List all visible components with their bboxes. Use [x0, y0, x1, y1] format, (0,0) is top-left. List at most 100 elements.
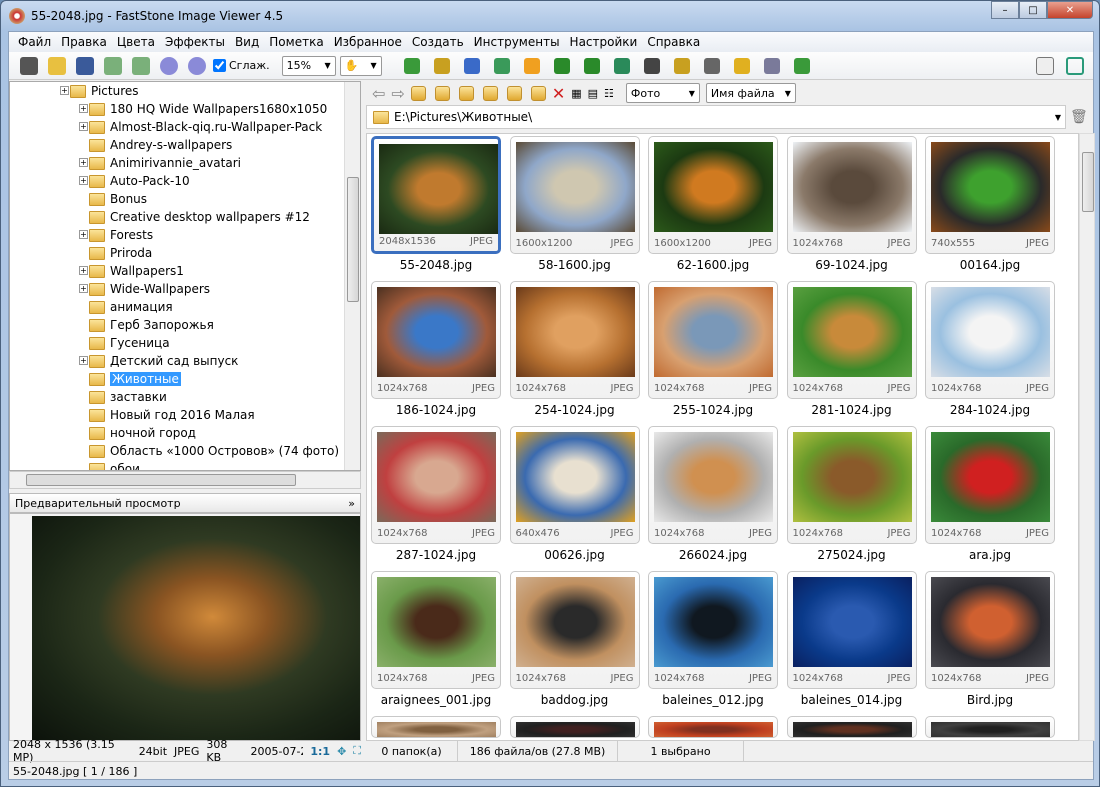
menu-item[interactable]: Правка [56, 35, 112, 49]
tree-scroll-thumb[interactable] [347, 177, 359, 302]
expand-icon[interactable]: + [79, 266, 88, 275]
thumbnail-filename[interactable]: 281-1024.jpg [787, 403, 917, 417]
thumbnail[interactable]: 1024x768 JPEG [371, 426, 501, 544]
tree-item[interactable]: Герб Запорожья [89, 316, 214, 334]
menu-item[interactable]: Вид [230, 35, 264, 49]
thumbnail[interactable]: 1024x768 JPEG [371, 281, 501, 399]
next-icon[interactable] [129, 55, 153, 77]
thumbnail[interactable]: 1024x768 JPEG [648, 571, 778, 689]
thumbnail-filename[interactable]: 287-1024.jpg [371, 548, 501, 562]
tree-item[interactable]: 180 HQ Wide Wallpapers1680x1050 [89, 100, 327, 118]
flip-icon[interactable] [610, 55, 634, 77]
thumbnail[interactable] [648, 716, 778, 738]
hand-tool-select[interactable]: ✋ [339, 55, 382, 76]
expand-icon[interactable]: + [79, 284, 88, 293]
menu-item[interactable]: Инструменты [469, 35, 565, 49]
smooth-check[interactable] [213, 59, 226, 72]
thumbnail-filename[interactable]: 55-2048.jpg [371, 258, 501, 272]
fullscreen-icon[interactable] [1063, 55, 1087, 77]
thumbnail-filename[interactable]: 186-1024.jpg [371, 403, 501, 417]
tree-item[interactable]: Priroda [89, 244, 152, 262]
thumbnail[interactable]: 1024x768 JPEG [925, 281, 1055, 399]
slideshow-icon[interactable] [640, 55, 664, 77]
tree-item[interactable]: Wallpapers1 [89, 262, 184, 280]
thumbnail[interactable]: 1600x1200 JPEG [509, 136, 640, 254]
thumbnail[interactable]: 1024x768 JPEG [648, 281, 778, 399]
preview-image[interactable] [32, 516, 360, 740]
thumbnail[interactable]: 1024x768 JPEG [786, 426, 917, 544]
new-folder-icon[interactable] [482, 85, 498, 101]
adjust-colors-icon[interactable] [520, 55, 544, 77]
tree-item[interactable]: Creative desktop wallpapers #12 [89, 208, 310, 226]
expand-icon[interactable]: + [79, 104, 88, 113]
details-view-icon[interactable]: ☷ [604, 87, 614, 100]
thumbnail[interactable]: 1600x1200 JPEG [648, 136, 778, 254]
copy-to-icon[interactable] [506, 85, 522, 101]
tree-item[interactable]: Детский сад выпуск [89, 352, 238, 370]
thumbnail-filename[interactable]: 58-1600.jpg [510, 258, 640, 272]
thumbnail-filename[interactable]: 69-1024.jpg [787, 258, 917, 272]
refresh-folder-icon[interactable] [434, 85, 450, 101]
print-icon[interactable] [760, 55, 784, 77]
expand-icon[interactable]: + [79, 122, 88, 131]
rotate-left-icon[interactable] [550, 55, 574, 77]
expand-icon[interactable]: + [79, 356, 88, 365]
thumbnail[interactable]: 1024x768 JPEG [509, 281, 640, 399]
tree-item[interactable]: ночной город [89, 424, 196, 442]
tree-item[interactable]: Auto-Pack-10 [89, 172, 190, 190]
email-icon[interactable] [730, 55, 754, 77]
save-icon[interactable] [73, 55, 97, 77]
thumbnail[interactable]: 1024x768 JPEG [371, 571, 501, 689]
thumbnail[interactable]: 1024x768 JPEG [648, 426, 778, 544]
thumbnail[interactable] [371, 716, 501, 738]
tree-item[interactable]: Andrey-s-wallpapers [89, 136, 232, 154]
thumbnail-filename[interactable]: 00164.jpg [925, 258, 1055, 272]
resize-icon[interactable] [400, 55, 424, 77]
rotate-right-icon[interactable] [580, 55, 604, 77]
tree-item[interactable]: обои [89, 460, 140, 470]
menu-item[interactable]: Пометка [264, 35, 328, 49]
thumbnail[interactable] [786, 716, 917, 738]
fit-icon[interactable]: ✥ [337, 745, 346, 758]
thumbnail[interactable]: 1024x768 JPEG [786, 281, 917, 399]
thumbnail-filename[interactable]: 254-1024.jpg [510, 403, 640, 417]
layout-icon[interactable] [1033, 55, 1057, 77]
folder-up-icon[interactable] [410, 85, 426, 101]
acquire-camera-icon[interactable] [17, 55, 41, 77]
close-button[interactable]: ✕ [1047, 1, 1093, 19]
thumbnail-filename[interactable]: ara.jpg [925, 548, 1055, 562]
maximize-button[interactable]: □ [1019, 1, 1047, 19]
smooth-checkbox[interactable]: Сглаж. [213, 59, 270, 72]
previous-icon[interactable] [101, 55, 125, 77]
zoom-select[interactable]: 15% [281, 55, 336, 76]
favorites-icon[interactable] [458, 85, 474, 101]
zoom-out-icon[interactable] [185, 55, 209, 77]
tree-item[interactable]: Wide-Wallpapers [89, 280, 210, 298]
thumbnail-filename[interactable]: baddog.jpg [510, 693, 640, 707]
grid-scrollbar[interactable] [1079, 133, 1095, 741]
draw-icon[interactable] [700, 55, 724, 77]
actual-size-button[interactable]: 1:1 [310, 745, 330, 758]
delete-icon[interactable]: ✕ [552, 84, 565, 103]
path-input[interactable]: E:\Pictures\Животные\ ▼ [366, 105, 1066, 129]
menu-item[interactable]: Настройки [565, 35, 643, 49]
zoom-in-icon[interactable] [157, 55, 181, 77]
sort-select[interactable]: Имя файла [705, 83, 796, 103]
menu-item[interactable]: Создать [407, 35, 469, 49]
filter-select[interactable]: Фото [625, 83, 700, 103]
thumbnail[interactable]: 1024x768 JPEG [925, 426, 1055, 544]
thumbnail-filename[interactable]: 284-1024.jpg [925, 403, 1055, 417]
thumbnail[interactable]: 640x476 JPEG [509, 426, 640, 544]
expand-icon[interactable]: + [79, 158, 88, 167]
fullscreen-preview-icon[interactable]: ⛶ [353, 744, 361, 758]
thumbnail-filename[interactable]: baleines_014.jpg [787, 693, 917, 707]
tree-item[interactable]: Bonus [89, 190, 147, 208]
tree-item[interactable]: Almost-Black-qiq.ru-Wallpaper-Pack [89, 118, 322, 136]
h-scroll-thumb[interactable] [26, 474, 296, 486]
menu-item[interactable]: Цвета [112, 35, 160, 49]
menu-item[interactable]: Избранное [329, 35, 407, 49]
thumbnail-filename[interactable]: 255-1024.jpg [648, 403, 778, 417]
back-icon[interactable]: ⇦ [372, 84, 385, 103]
thumbnail-filename[interactable]: 00626.jpg [510, 548, 640, 562]
rename-icon[interactable] [460, 55, 484, 77]
